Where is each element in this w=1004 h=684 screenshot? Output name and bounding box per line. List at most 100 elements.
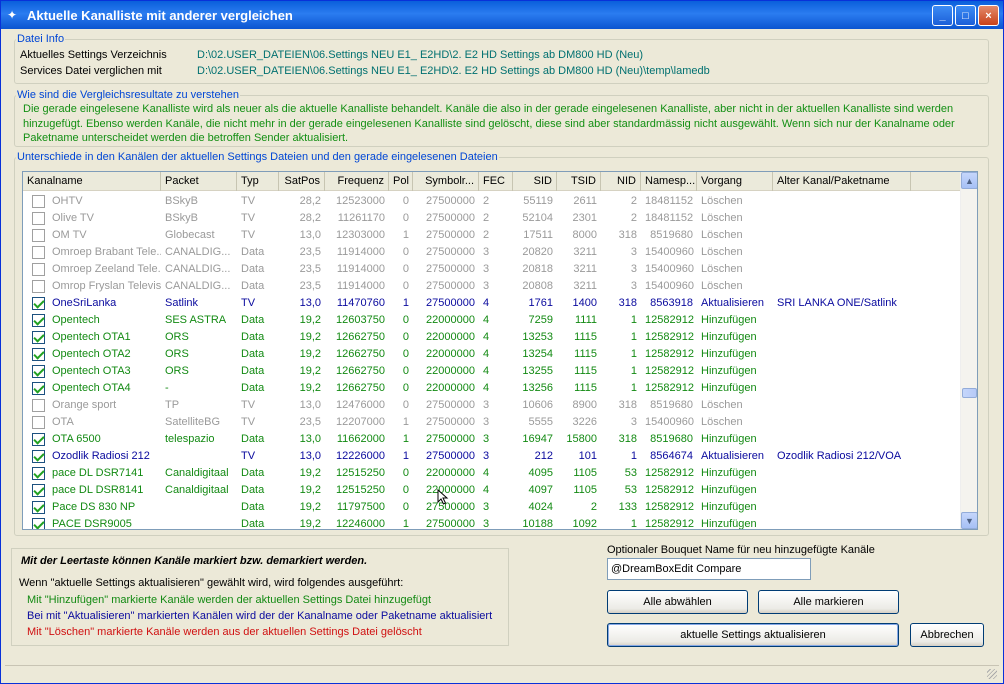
bouquet-name-input[interactable] xyxy=(607,558,811,580)
update-settings-button[interactable]: aktuelle Settings aktualisieren xyxy=(607,623,899,647)
table-row[interactable]: Omroep Brabant Tele... CANALDIG... Data 23,… xyxy=(23,244,960,261)
table-row[interactable]: Ozodlik Radiosi 212 TV 13,0 12226000 1 275000… xyxy=(23,448,960,465)
table-cell: 1 xyxy=(630,365,637,377)
table-row[interactable]: pace DL DSR7141 Canaldigitaal Data 19,2 1251… xyxy=(23,465,960,482)
column-header[interactable]: Kanalname xyxy=(23,172,161,191)
column-header[interactable]: FEC xyxy=(479,172,513,191)
scroll-down-icon[interactable]: ▼ xyxy=(961,512,977,529)
resize-grip-icon[interactable] xyxy=(987,669,997,679)
deselect-all-button[interactable]: Alle abwählen xyxy=(607,590,748,614)
space-key-hint: Mit der Leertaste können Kanäle markiert… xyxy=(21,555,368,567)
table-cell: Data xyxy=(241,365,265,377)
table-row[interactable]: OTA SatelliteBG TV 23,5 12207000 1 27500000 3 55… xyxy=(23,414,960,431)
table-cell: 27500000 xyxy=(426,246,475,258)
table-row[interactable]: Pace DS 830 NP Data 19,2 11797500 0 27500000 3… xyxy=(23,499,960,516)
column-header[interactable]: TSID xyxy=(557,172,601,191)
scroll-up-icon[interactable]: ▲ xyxy=(961,172,977,189)
column-header[interactable]: Symbolr... xyxy=(413,172,479,191)
table-cell: 133 xyxy=(618,501,637,513)
table-row[interactable]: OHTV BSkyB TV 28,2 12523000 0 27500000 2 55119 26… xyxy=(23,193,960,210)
table-row[interactable]: Opentech OTA2 ORS Data 19,2 12662750 0 2200000… xyxy=(23,346,960,363)
row-checkbox[interactable] xyxy=(32,416,45,429)
table-cell: 4095 xyxy=(528,467,553,479)
table-row[interactable]: OTA 6500 telespazio Data 13,0 11662000 1 27500… xyxy=(23,431,960,448)
table-cell: 28,2 xyxy=(299,195,321,207)
table-row[interactable]: PACE DSR9005 Data 19,2 12246000 1 27500000 3 10… xyxy=(23,516,960,530)
scroll-thumb[interactable] xyxy=(962,388,977,398)
file-info-legend: Datei Info xyxy=(17,33,65,45)
row-checkbox[interactable] xyxy=(32,433,45,446)
table-row[interactable]: Opentech OTA1 ORS Data 19,2 12662750 0 2200000… xyxy=(23,329,960,346)
row-checkbox[interactable] xyxy=(32,297,45,310)
table-cell: 101 xyxy=(578,450,597,462)
row-checkbox[interactable] xyxy=(32,484,45,497)
table-cell xyxy=(773,329,911,346)
table-cell: 15800 xyxy=(566,433,597,445)
table-row[interactable]: Omrop Fryslan Televisie CANALDIG... Data 23… xyxy=(23,278,960,295)
table-cell: 2 xyxy=(483,229,490,241)
table-cell: 22000000 xyxy=(426,331,475,343)
row-checkbox[interactable] xyxy=(32,399,45,412)
table-cell: 12582912 xyxy=(645,331,694,343)
table-row[interactable]: Orange sport TP TV 13,0 12476000 0 27500000 3 10… xyxy=(23,397,960,414)
table-cell: Hinzufügen xyxy=(701,433,757,445)
table-row[interactable]: Omroep Zeeland Tele... CANALDIG... Data 23,… xyxy=(23,261,960,278)
column-header[interactable]: Namesp... xyxy=(641,172,697,191)
column-header[interactable]: Packet xyxy=(161,172,237,191)
table-cell: 19,2 xyxy=(299,484,321,496)
row-checkbox[interactable] xyxy=(32,263,45,276)
table-cell: 1092 xyxy=(572,518,597,530)
table-row[interactable]: Opentech OTA4 - Data 19,2 12662750 0 22000000 4… xyxy=(23,380,960,397)
select-all-button[interactable]: Alle markieren xyxy=(758,590,899,614)
column-header[interactable]: Alter Kanal/Paketname xyxy=(773,172,911,191)
cell-kanalname: OHTV xyxy=(23,193,161,210)
title-bar[interactable]: ✦ Aktuelle Kanalliste mit anderer vergle… xyxy=(1,1,1003,29)
column-header[interactable]: SID xyxy=(513,172,557,191)
minimize-button[interactable]: _ xyxy=(932,5,953,26)
column-header[interactable]: Typ xyxy=(237,172,279,191)
table-row[interactable]: OneSriLanka Satlink TV 13,0 11470760 1 2750000… xyxy=(23,295,960,312)
row-checkbox[interactable] xyxy=(32,280,45,293)
row-checkbox[interactable] xyxy=(32,195,45,208)
close-button[interactable]: × xyxy=(978,5,999,26)
table-row[interactable]: Opentech OTA3 ORS Data 19,2 12662750 0 2200000… xyxy=(23,363,960,380)
column-header[interactable]: Vorgang xyxy=(697,172,773,191)
column-header[interactable]: Frequenz xyxy=(325,172,389,191)
row-checkbox[interactable] xyxy=(32,348,45,361)
column-header[interactable]: NID xyxy=(601,172,641,191)
table-row[interactable]: Opentech SES ASTRA Data 19,2 12603750 0 220000… xyxy=(23,312,960,329)
table-row[interactable]: pace DL DSR8141 Canaldigitaal Data 19,2 1251… xyxy=(23,482,960,499)
row-checkbox[interactable] xyxy=(32,450,45,463)
row-checkbox[interactable] xyxy=(32,467,45,480)
column-header[interactable]: SatPos xyxy=(279,172,325,191)
table-row[interactable]: Olive TV BSkyB TV 28,2 11261170 0 27500000 2 521… xyxy=(23,210,960,227)
row-checkbox[interactable] xyxy=(32,229,45,242)
row-checkbox[interactable] xyxy=(32,246,45,259)
table-cell: 1 xyxy=(402,229,409,241)
table-cell: 13253 xyxy=(522,331,553,343)
table-row[interactable]: OM TV Globecast TV 13,0 12303000 1 27500000 2 17… xyxy=(23,227,960,244)
channel-diff-table[interactable]: Kanalname Packet Typ SatPos Frequenz Pol Symbo… xyxy=(22,171,978,530)
cell-kanalname: Opentech OTA2 xyxy=(23,346,161,363)
cancel-button[interactable]: Abbrechen xyxy=(910,623,984,647)
table-cell: Satlink xyxy=(165,297,199,309)
cell-kanalname: OTA 6500 xyxy=(23,431,161,448)
row-checkbox[interactable] xyxy=(32,365,45,378)
table-cell: 3 xyxy=(630,280,637,292)
row-checkbox[interactable] xyxy=(32,501,45,514)
row-checkbox[interactable] xyxy=(32,212,45,225)
table-cell: Löschen xyxy=(701,399,743,411)
table-cell xyxy=(773,346,911,363)
table-cell: Canaldigitaal xyxy=(165,484,229,496)
table-cell: 12303000 xyxy=(336,229,385,241)
column-header[interactable]: Pol xyxy=(389,172,413,191)
table-cell: 1 xyxy=(630,348,637,360)
row-checkbox[interactable] xyxy=(32,314,45,327)
channel-name: Ozodlik Radiosi 212 xyxy=(52,450,150,462)
row-checkbox[interactable] xyxy=(32,331,45,344)
maximize-button[interactable]: □ xyxy=(955,5,976,26)
row-checkbox[interactable] xyxy=(32,518,45,529)
vertical-scrollbar[interactable]: ▲ ▼ xyxy=(960,172,977,529)
row-checkbox[interactable] xyxy=(32,382,45,395)
table-cell: SES ASTRA xyxy=(165,314,227,326)
